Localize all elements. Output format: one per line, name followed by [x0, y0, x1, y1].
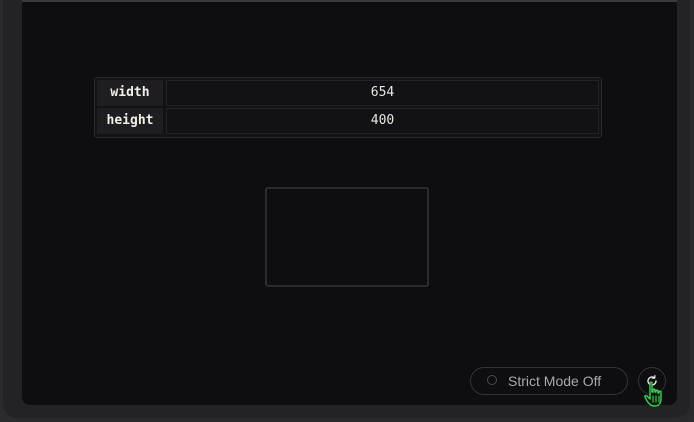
- hand-pointer-cursor-icon: [644, 381, 662, 407]
- empty-resizable-box: [265, 187, 429, 287]
- table-row: height 400: [97, 108, 599, 134]
- strict-mode-toggle[interactable]: Strict Mode Off: [470, 367, 628, 395]
- strict-mode-label: Strict Mode Off: [508, 373, 602, 389]
- property-key: height: [97, 108, 163, 134]
- table-row: width 654: [97, 80, 599, 106]
- property-key: width: [97, 80, 163, 106]
- property-value: 400: [166, 108, 599, 134]
- property-value: 654: [166, 80, 599, 106]
- status-dot-icon: [487, 375, 497, 385]
- dimensions-table: width 654 height 400: [94, 77, 602, 138]
